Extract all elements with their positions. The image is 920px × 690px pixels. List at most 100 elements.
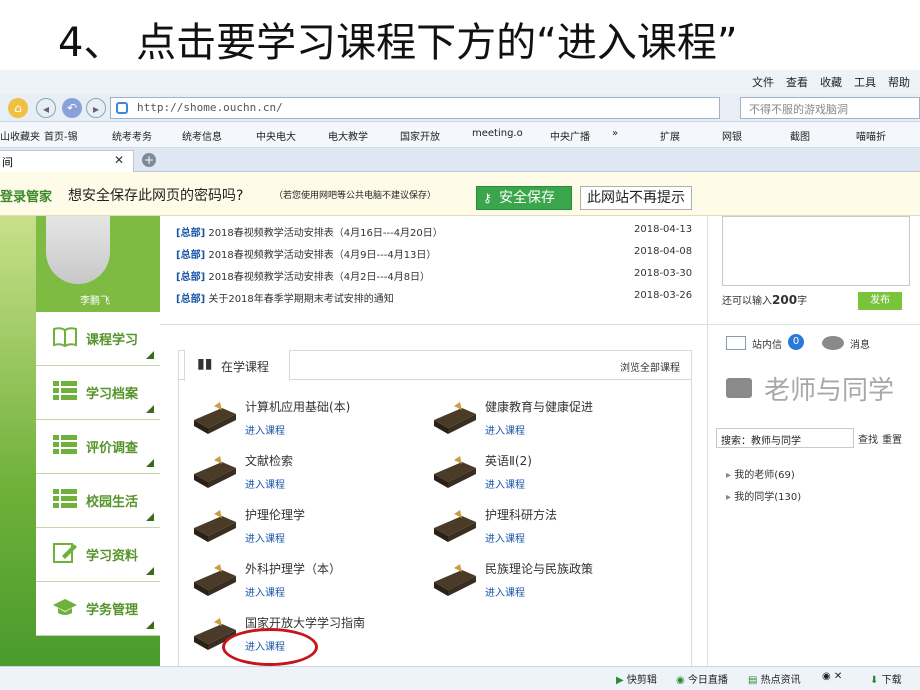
download-button[interactable]: ⬇ 下载 (870, 671, 902, 686)
live-today-button[interactable]: ◉ 今日直播 (676, 671, 728, 686)
quick-clip-button[interactable]: ▶ 快剪辑 (616, 671, 657, 686)
course-book-icon[interactable] (192, 508, 238, 544)
course-book-icon[interactable] (432, 454, 478, 490)
new-tab-icon[interactable]: + (142, 153, 156, 167)
favorites-item[interactable]: 中央广播 (550, 128, 590, 143)
enter-course-link[interactable]: 进入课程 (245, 530, 285, 545)
status-bar: ▶ 快剪辑 ◉ 今日直播 ▤ 热点资讯 ◉ ✕ ⬇ 下载 (0, 666, 920, 690)
chat-bubble-icon (822, 336, 844, 350)
sidebar-item-label: 学习档案 (86, 387, 139, 402)
course-book-icon[interactable] (192, 562, 238, 598)
favorites-item[interactable]: 首页-锡 (44, 128, 78, 143)
toolbar-extend[interactable]: 扩展 (660, 128, 680, 143)
never-ask-button[interactable]: 此网站不再提示 (580, 186, 692, 210)
course-name: 外科护理学（本） (245, 562, 342, 576)
course-book-icon[interactable] (432, 562, 478, 598)
enter-course-link[interactable]: 进入课程 (245, 422, 285, 437)
toolbar-bank[interactable]: 网银 (722, 128, 742, 143)
news-item[interactable]: [总部] 2018春视频教学活动安排表（4月9日---4月13日） (176, 246, 436, 261)
list-icon (53, 435, 77, 454)
message-label[interactable]: 消息 (850, 336, 870, 351)
book-open-icon (53, 327, 77, 348)
course-book-icon[interactable] (432, 508, 478, 544)
enter-course-link[interactable]: 进入课程 (245, 476, 285, 491)
sidebar-item-course-study[interactable]: 课程学习 (36, 312, 160, 366)
home-icon[interactable]: ⌂ (8, 98, 28, 118)
my-classmates-item[interactable]: ▸ 我的同学(130) (726, 488, 801, 503)
search-input[interactable]: 不得不服的游戏脑洞 (740, 97, 920, 119)
password-question: 想安全保存此网页的密码吗? (68, 188, 244, 204)
favorites-item[interactable]: 电大教学 (328, 128, 368, 143)
reset-button[interactable]: 重置 (882, 431, 902, 446)
course-book-icon[interactable] (432, 400, 478, 436)
menu-file[interactable]: 文件 (752, 74, 774, 90)
address-input[interactable]: http://shome.ouchn.cn/ (110, 97, 720, 119)
news-item[interactable]: [总部] 2018春视频教学活动安排表（4月16日---4月20日） (176, 224, 443, 239)
course-name: 计算机应用基础(本) (245, 400, 351, 414)
sidebar-item-learning-records[interactable]: 学习档案 (36, 366, 160, 420)
chat-icon (726, 378, 752, 398)
list-icon (53, 489, 77, 508)
enter-course-link[interactable]: 进入课程 (485, 422, 525, 437)
news-item[interactable]: [总部] 关于2018年春季学期期末考试安排的通知 (176, 290, 394, 305)
download-icon: ⬇ (870, 675, 879, 686)
profile-name: 李鹏飞 (80, 296, 110, 307)
back-button[interactable]: ◂ (36, 98, 56, 118)
post-textarea[interactable] (722, 216, 910, 286)
menu-bar: 文件 查看 收藏 工具 帮助 (0, 70, 920, 94)
menu-tools[interactable]: 工具 (854, 74, 876, 90)
mail-label[interactable]: 站内信 (752, 336, 782, 351)
favorites-item[interactable]: 中央电大 (256, 128, 296, 143)
toolbar-screenshot[interactable]: 截图 (790, 128, 810, 143)
favorites-item[interactable]: 国家开放 (400, 128, 440, 143)
hot-news-button[interactable]: ▤ 热点资讯 (748, 671, 801, 686)
favorites-item[interactable]: 山收藏夹 (0, 128, 40, 143)
sidebar-item-materials[interactable]: 学习资料 (36, 528, 160, 582)
browse-all-courses-link[interactable]: 浏览全部课程 (620, 359, 680, 374)
status-icons[interactable]: ◉ ✕ (822, 671, 842, 682)
enter-course-link[interactable]: 进入课程 (485, 476, 525, 491)
divider (160, 324, 708, 325)
news-item[interactable]: [总部] 2018春视频教学活动安排表（4月2日---4月8日） (176, 268, 430, 283)
favorites-more[interactable]: » (612, 128, 618, 139)
navigation-bar: ⌂ ◂ ↶ ▸ http://shome.ouchn.cn/ ✿ ⚡ ▾ ▶ 不… (0, 94, 920, 138)
play-icon: ▶ (616, 675, 624, 686)
avatar[interactable] (46, 216, 110, 284)
corner-arrow-icon (146, 513, 154, 521)
refresh-icon[interactable]: ↶ (62, 98, 82, 118)
enter-course-link[interactable]: 进入课程 (485, 584, 525, 599)
sidebar-item-evaluation[interactable]: 评价调查 (36, 420, 160, 474)
list-icon (53, 381, 77, 400)
page-icon (116, 102, 128, 114)
tab-current-courses[interactable]: ▮▮ 在学课程 (184, 350, 290, 381)
course-book-icon[interactable] (192, 400, 238, 436)
forward-button[interactable]: ▸ (86, 98, 106, 118)
publish-button[interactable]: 发布 (858, 292, 902, 310)
favorites-item[interactable]: 统考考务 (112, 128, 152, 143)
book-icon: ▮▮ (197, 356, 213, 372)
graduation-cap-icon (53, 599, 77, 615)
sidebar-item-academic-affairs[interactable]: 学务管理 (36, 582, 160, 636)
toolbar-deals[interactable]: 喵喵折 (856, 128, 886, 143)
corner-arrow-icon (146, 567, 154, 575)
menu-favorites[interactable]: 收藏 (820, 74, 842, 90)
favorites-item[interactable]: meeting.o (472, 128, 523, 139)
play-circle-icon: ◉ (676, 675, 685, 686)
menu-help[interactable]: 帮助 (888, 74, 910, 90)
course-name: 文献检索 (245, 454, 294, 468)
menu-view[interactable]: 查看 (786, 74, 808, 90)
save-password-button[interactable]: ⚷ 安全保存 (476, 186, 572, 210)
enter-course-link[interactable]: 进入课程 (245, 584, 285, 599)
tab-current[interactable]: 间 ✕ (0, 150, 134, 172)
find-button[interactable]: 查找 (858, 431, 878, 446)
close-icon[interactable]: ✕ (114, 153, 124, 167)
contact-search-input[interactable]: 搜索：教师与同学 (716, 428, 854, 448)
char-hint: 还可以输入200字 (722, 293, 808, 307)
enter-course-link[interactable]: 进入课程 (485, 530, 525, 545)
my-teachers-item[interactable]: ▸ 我的老师(69) (726, 466, 795, 481)
course-book-icon[interactable] (192, 454, 238, 490)
favorites-bar: 山收藏夹 首页-锡 统考考务 统考信息 中央电大 电大教学 国家开放 meeti… (0, 122, 920, 148)
sidebar-item-label: 评价调查 (86, 441, 139, 456)
sidebar-item-campus-life[interactable]: 校园生活 (36, 474, 160, 528)
favorites-item[interactable]: 统考信息 (182, 128, 222, 143)
